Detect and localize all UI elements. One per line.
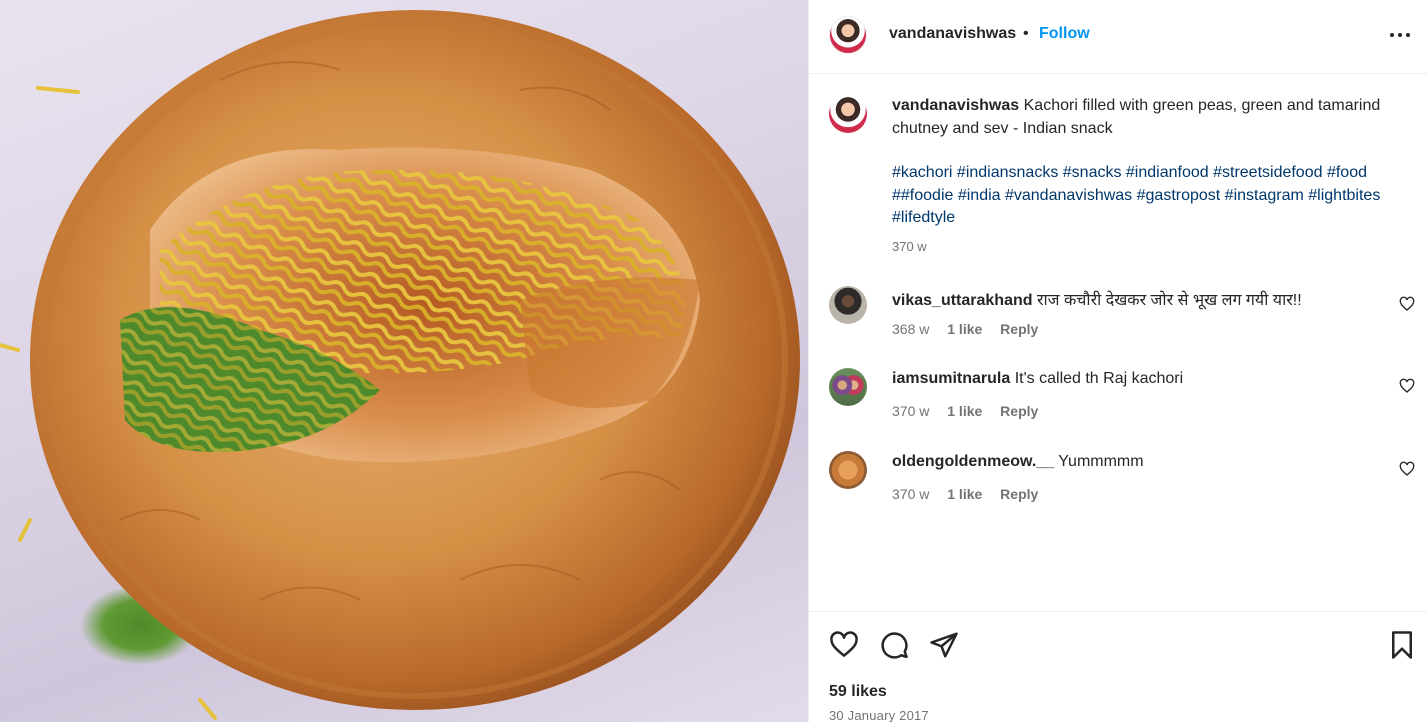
reply-button[interactable]: Reply (1000, 403, 1038, 419)
author-username[interactable]: vandanavishwas (889, 25, 1016, 43)
post-image[interactable] (0, 0, 808, 722)
commenter-username[interactable]: oldengoldenmeow.__ (892, 453, 1054, 470)
reply-button[interactable]: Reply (1000, 321, 1038, 337)
comment-time[interactable]: 368 w (892, 321, 929, 337)
comment-time[interactable]: 370 w (892, 403, 929, 419)
comment-text: It's called th Raj kachori (1014, 370, 1184, 387)
commenter-username[interactable]: vikas_uttarakhand (892, 292, 1033, 309)
follow-button[interactable]: Follow (1039, 25, 1090, 43)
comment-text: Yummmmm (1058, 453, 1144, 470)
separator-dot: • (1023, 25, 1029, 42)
caption-timestamp[interactable]: 370 w (892, 239, 927, 254)
comment-like-heart-icon[interactable] (1399, 296, 1415, 312)
share-icon[interactable] (929, 630, 959, 660)
comment-likes[interactable]: 1 like (947, 403, 982, 419)
more-options-icon[interactable] (1387, 22, 1413, 48)
commenter-avatar[interactable] (829, 451, 867, 489)
comment-likes[interactable]: 1 like (947, 486, 982, 502)
post-caption: vandanavishwas Kachori filled with green… (892, 94, 1412, 140)
commenter-avatar[interactable] (829, 368, 867, 406)
comment-item: oldengoldenmeow.__ Yummmmm 370 w 1 like … (809, 451, 1427, 521)
comment-like-heart-icon[interactable] (1399, 378, 1415, 394)
comment-time[interactable]: 370 w (892, 486, 929, 502)
caption-username[interactable]: vandanavishwas (892, 97, 1019, 114)
heart-icon[interactable] (829, 630, 859, 660)
comment-text: राज कचौरी देखकर जोर से भूख लग गयी यार!! (1036, 292, 1302, 309)
comment-icon[interactable] (879, 630, 909, 660)
reply-button[interactable]: Reply (1000, 486, 1038, 502)
commenter-username[interactable]: iamsumitnarula (892, 370, 1010, 387)
comment-item: iamsumitnarula It's called th Raj kachor… (809, 368, 1427, 438)
caption-avatar[interactable] (829, 95, 867, 133)
caption-hashtags[interactable]: #kachori #indiansnacks #snacks #indianfo… (892, 162, 1412, 230)
likes-count[interactable]: 59 likes (829, 683, 887, 701)
commenter-avatar[interactable] (829, 286, 867, 324)
comment-like-heart-icon[interactable] (1399, 461, 1415, 477)
post-date: 30 January 2017 (829, 708, 929, 722)
post-header: vandanavishwas • Follow (809, 0, 1427, 74)
bookmark-icon[interactable] (1387, 630, 1417, 660)
comment-likes[interactable]: 1 like (947, 321, 982, 337)
comment-item: vikas_uttarakhand राज कचौरी देखकर जोर से… (809, 286, 1427, 356)
author-avatar[interactable] (829, 16, 867, 54)
post-side-panel: vandanavishwas • Follow vandanavishwas K… (808, 0, 1427, 722)
kachori-illustration (0, 10, 800, 720)
post-actions: 59 likes 30 January 2017 (809, 611, 1427, 722)
